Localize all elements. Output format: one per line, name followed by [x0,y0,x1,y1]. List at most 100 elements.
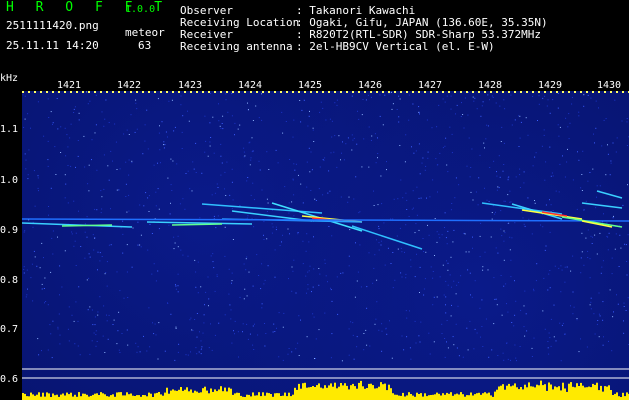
noise-pixel [378,329,380,331]
tick-dot [406,91,408,93]
noise-pixel [471,148,473,150]
level-bar [310,387,312,400]
noise-pixel [23,272,25,274]
noise-pixel [580,338,581,340]
noise-pixel [246,256,248,258]
noise-pixel [502,352,504,354]
level-bar [392,393,394,400]
noise-pixel [165,131,167,133]
noise-pixel [491,349,493,351]
noise-pixel [385,328,387,330]
level-bar [548,382,550,400]
tick-dot [268,91,270,93]
level-bar [262,392,264,400]
noise-pixel [549,337,551,339]
level-bar [390,388,392,400]
noise-pixel [542,97,544,99]
noise-pixel [401,251,403,253]
noise-pixel [405,192,407,194]
level-bar [494,391,496,400]
noise-pixel [288,202,290,204]
noise-pixel [625,310,627,311]
noise-pixel [525,117,527,119]
noise-pixel [561,269,563,271]
noise-pixel [67,165,69,166]
noise-pixel [426,197,427,199]
noise-pixel [108,179,110,181]
noise-pixel [97,311,99,313]
noise-pixel [593,313,595,315]
noise-pixel [595,127,597,129]
noise-pixel [503,142,505,144]
noise-pixel [212,116,214,118]
noise-pixel [466,165,468,167]
noise-pixel [283,312,285,314]
noise-pixel [375,162,377,164]
noise-pixel [613,215,614,217]
noise-pixel [96,341,98,342]
level-bar [544,384,546,400]
noise-pixel [218,120,220,122]
noise-pixel [118,311,120,313]
noise-pixel [256,254,258,256]
noise-pixel [80,246,82,247]
noise-pixel [444,101,446,103]
noise-pixel [580,272,582,274]
x-tick: 1426 [358,80,383,91]
noise-pixel [260,288,262,290]
noise-pixel [419,341,421,343]
noise-pixel [136,128,138,130]
noise-pixel [400,179,402,181]
noise-pixel [160,162,161,164]
noise-pixel [384,94,386,96]
noise-pixel [174,126,176,128]
noise-pixel [373,205,375,206]
noise-pixel [562,155,563,157]
noise-pixel [196,353,198,355]
level-bar [296,389,298,400]
level-bar [156,392,158,400]
noise-pixel [39,267,41,269]
noise-pixel [173,248,175,250]
noise-pixel [306,292,307,294]
noise-pixel [494,213,496,215]
y-tick: 0.7 [0,324,19,335]
noise-pixel [598,336,600,338]
noise-pixel [398,121,400,123]
noise-pixel [78,210,79,212]
level-bar [368,383,370,400]
level-bar [254,395,256,400]
level-bar [42,392,44,400]
noise-pixel [249,333,251,335]
noise-pixel [446,243,448,245]
level-bar [386,390,388,400]
noise-pixel [446,95,448,97]
noise-pixel [507,177,509,179]
noise-pixel [336,276,338,278]
noise-pixel [30,277,32,279]
noise-pixel [187,255,189,257]
noise-pixel [591,243,593,244]
noise-pixel [88,164,90,166]
noise-pixel [559,126,561,128]
level-bar [148,392,150,400]
noise-pixel [566,161,568,163]
noise-pixel [83,135,85,137]
noise-pixel [497,355,499,356]
level-bar [216,391,218,400]
level-bar [26,396,28,400]
tick-dot [538,91,540,93]
noise-pixel [496,304,498,306]
noise-pixel [47,304,49,306]
noise-pixel [336,166,338,168]
noise-pixel [593,133,594,135]
noise-pixel [322,107,324,109]
noise-pixel [64,127,66,129]
noise-pixel [205,140,207,142]
noise-pixel [263,221,265,223]
level-bar [518,389,520,400]
level-bar [374,388,376,400]
tick-dot [76,91,78,93]
noise-pixel [523,171,525,173]
noise-pixel [258,275,260,276]
